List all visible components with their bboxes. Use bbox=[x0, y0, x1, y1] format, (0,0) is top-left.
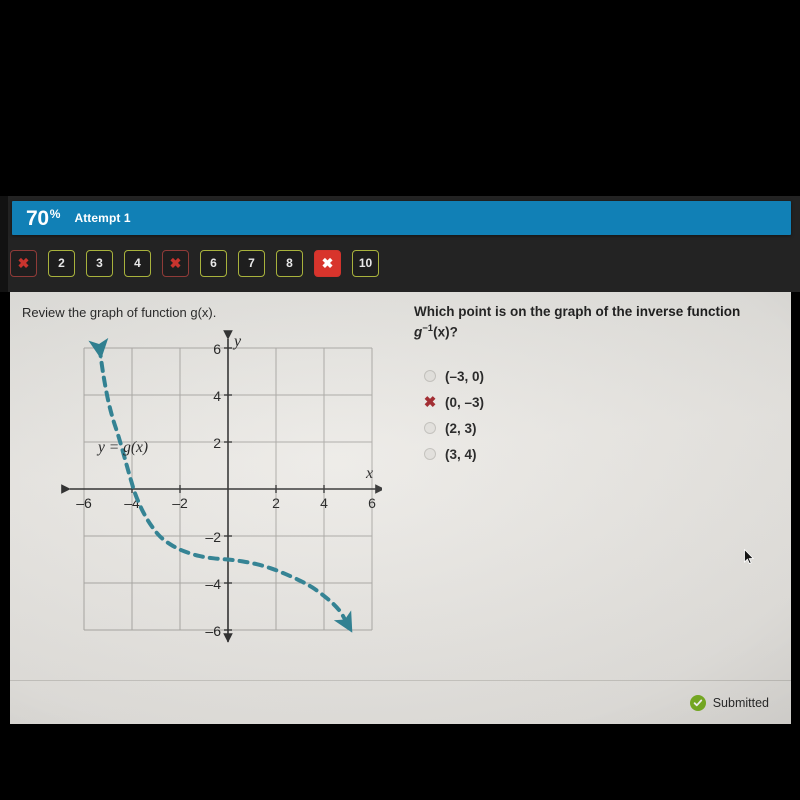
incorrect-x-icon: ✖ bbox=[423, 393, 437, 411]
y-tick-label: –4 bbox=[205, 576, 221, 592]
question-nav-item-1[interactable]: ✖ bbox=[10, 249, 37, 277]
question-nav-item-2[interactable]: 2 bbox=[48, 249, 75, 277]
graph-panel: Review the graph of function g(x). y x –… bbox=[22, 304, 407, 650]
y-axis-label: y bbox=[232, 333, 242, 350]
answer-options-list: (–3, 0) ✖ (0, –3) (2, 3) (3, 4) bbox=[414, 363, 774, 467]
x-axis-label: x bbox=[365, 465, 373, 482]
answer-option-label: (0, –3) bbox=[445, 394, 485, 410]
y-tick-label: –2 bbox=[205, 529, 221, 545]
y-tick-label: 6 bbox=[213, 341, 221, 357]
x-tick-label: 2 bbox=[272, 495, 280, 511]
card-footer: Submitted bbox=[10, 680, 791, 724]
x-tick-label: –2 bbox=[172, 495, 188, 511]
question-text-part2: (x)? bbox=[433, 324, 458, 340]
x-tick-label: –6 bbox=[76, 495, 92, 511]
answer-option-2[interactable]: ✖ (0, –3) bbox=[414, 389, 774, 415]
question-nav-item-8[interactable]: 8 bbox=[276, 249, 303, 277]
check-circle-icon bbox=[689, 694, 706, 711]
y-tick-labels: 6 4 2 –2 –4 –6 bbox=[205, 341, 221, 639]
question-inverse-exponent: −1 bbox=[422, 323, 434, 335]
score-percent-value: 70 bbox=[26, 206, 49, 230]
question-function-symbol: g bbox=[414, 324, 423, 340]
answer-option-4[interactable]: (3, 4) bbox=[414, 441, 774, 467]
graph-prompt-text: Review the graph of function g(x). bbox=[22, 305, 217, 320]
graph-svg: y x –6 –4 –2 2 4 6 6 4 2 –2 –4 –6 y = g(… bbox=[61, 329, 382, 643]
question-nav: ✖ 2 3 4 ✖ 6 7 8 ✖ 10 bbox=[10, 246, 379, 280]
score-percent-symbol: % bbox=[49, 207, 61, 221]
curve-label: y = g(x) bbox=[96, 439, 148, 456]
question-text-part1: Which point is on the graph of the inver… bbox=[414, 304, 741, 319]
question-nav-item-3[interactable]: 3 bbox=[86, 249, 113, 277]
x-tick-label: 4 bbox=[320, 495, 328, 511]
question-nav-item-5[interactable]: ✖ bbox=[162, 249, 189, 277]
question-card-body: Review the graph of function g(x). y x –… bbox=[10, 292, 791, 680]
question-nav-item-9[interactable]: ✖ bbox=[314, 249, 341, 277]
attempt-progress-bar: 70 % Attempt 1 bbox=[12, 201, 791, 235]
question-nav-item-4[interactable]: 4 bbox=[124, 249, 151, 277]
screen-photo: 70 % Attempt 1 ✖ 2 3 4 ✖ 6 7 8 ✖ 10 Revi… bbox=[0, 0, 800, 800]
y-tick-label: –6 bbox=[205, 623, 221, 639]
y-tick-label: 2 bbox=[213, 435, 221, 451]
function-graph: y x –6 –4 –2 2 4 6 6 4 2 –2 –4 –6 y = g(… bbox=[22, 329, 382, 650]
submitted-label: Submitted bbox=[712, 695, 769, 710]
gx-curve bbox=[88, 337, 353, 633]
question-nav-item-7[interactable]: 7 bbox=[238, 249, 265, 277]
question-nav-item-10[interactable]: 10 bbox=[352, 249, 379, 277]
graph-axes bbox=[61, 329, 382, 643]
attempt-label: Attempt 1 bbox=[74, 211, 131, 225]
status-badge: Submitted bbox=[689, 694, 769, 711]
question-card: Review the graph of function g(x). y x –… bbox=[10, 292, 791, 724]
answer-panel: Which point is on the graph of the inver… bbox=[414, 302, 774, 467]
question-nav-item-6[interactable]: 6 bbox=[200, 249, 227, 277]
x-tick-labels: –6 –4 –2 2 4 6 bbox=[76, 495, 376, 511]
answer-option-1[interactable]: (–3, 0) bbox=[414, 363, 774, 389]
answer-option-3[interactable]: (2, 3) bbox=[414, 415, 774, 441]
y-tick-label: 4 bbox=[213, 388, 221, 404]
x-tick-label: 6 bbox=[368, 495, 376, 511]
answer-option-label: (2, 3) bbox=[445, 420, 477, 436]
radio-button-icon[interactable] bbox=[424, 370, 436, 382]
answer-option-label: (3, 4) bbox=[445, 446, 477, 462]
question-text: Which point is on the graph of the inver… bbox=[414, 302, 774, 343]
radio-button-icon[interactable] bbox=[424, 448, 436, 460]
radio-button-icon[interactable] bbox=[424, 422, 436, 434]
answer-option-label: (–3, 0) bbox=[445, 368, 485, 384]
